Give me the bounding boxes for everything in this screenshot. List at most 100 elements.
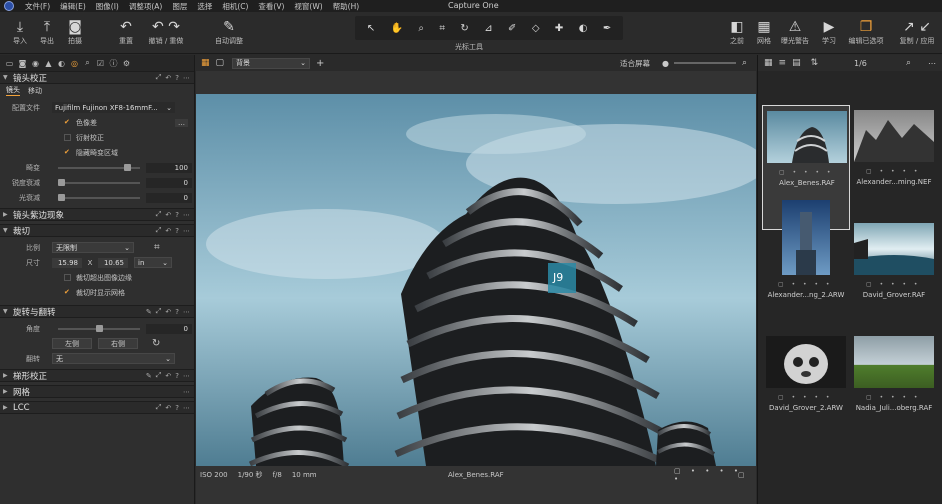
search-icon[interactable]: ⌕: [742, 58, 747, 68]
copy-settings-icon[interactable]: ⤢: [156, 403, 162, 412]
fit-screen-label[interactable]: 适合屏幕: [620, 58, 650, 69]
distortion-value[interactable]: 100: [146, 162, 192, 173]
light-falloff-value[interactable]: 0: [146, 192, 192, 203]
rating-dots[interactable]: ▢ • • • •: [778, 281, 832, 288]
rotate-icon[interactable]: ↻: [460, 23, 468, 34]
sharpness-slider[interactable]: [58, 178, 140, 186]
collapse-arrow-icon[interactable]: ▼: [3, 74, 13, 81]
more-options-icon[interactable]: ⋯: [183, 74, 190, 82]
rotate-left-button[interactable]: 左侧: [52, 338, 92, 349]
slider-thumb[interactable]: [124, 163, 131, 171]
adjustments-tab-icon[interactable]: ☑: [94, 59, 107, 68]
brush-icon[interactable]: ✐: [508, 23, 516, 34]
preset-select[interactable]: 背景 ⌄: [232, 57, 311, 69]
thumbnail[interactable]: ▢ • • • • David_Grover.RAF: [850, 218, 938, 343]
rating-dots[interactable]: ▢ • • • •: [779, 169, 833, 176]
help-icon[interactable]: ?: [175, 308, 179, 316]
add-icon[interactable]: +: [316, 58, 324, 69]
reset-section-icon[interactable]: ↶: [165, 404, 171, 412]
color-tab-icon[interactable]: ▲: [42, 59, 55, 68]
collapse-arrow-icon[interactable]: ▼: [3, 227, 13, 234]
copy-settings-icon[interactable]: ⤢: [156, 226, 162, 235]
lcc-header[interactable]: ▶ LCC ⤢ ↶ ? ⋯: [0, 401, 194, 414]
zoom-slider[interactable]: [674, 62, 736, 64]
rotate-header[interactable]: ▼ 旋转与翻转 ✎ ⤢ ↶ ? ⋯: [0, 305, 194, 318]
rating-dots[interactable]: ▢ • • • •: [866, 168, 920, 175]
chromatic-checkbox[interactable]: ✔ 色像差 …: [0, 115, 194, 130]
help-icon[interactable]: ?: [175, 211, 179, 219]
lens-tab-icon[interactable]: ◉: [29, 59, 42, 68]
crop-width-input[interactable]: 15.98: [52, 257, 82, 268]
menu-adjustments[interactable]: 调整项(A): [124, 1, 167, 12]
purple-fringing-header[interactable]: ▶ 镜头紫边现象 ⤢ ↶ ? ⋯: [0, 208, 194, 221]
light-falloff-slider[interactable]: [58, 193, 140, 201]
menu-file[interactable]: 文件(F): [20, 1, 55, 12]
picker-icon[interactable]: ✒: [603, 23, 611, 34]
menu-select[interactable]: 选择: [192, 1, 217, 12]
more-options-icon[interactable]: ⋯: [183, 404, 190, 412]
more-options-icon[interactable]: ⋯: [183, 227, 190, 235]
copy-settings-icon[interactable]: ⤢: [156, 371, 162, 380]
lens-correction-header[interactable]: ▼ 镜头校正 ⤢ ↶ ? ⋯: [0, 71, 194, 84]
help-icon[interactable]: ?: [175, 404, 179, 412]
select-cursor-icon[interactable]: ↖: [367, 23, 375, 34]
copy-settings-icon[interactable]: ⤢: [156, 73, 162, 82]
copy-settings-icon[interactable]: ⤢: [156, 210, 162, 219]
chromatic-options-button[interactable]: …: [175, 118, 188, 127]
profile-select[interactable]: Fujifilm Fujinon XF8-16mmF... ⌄: [52, 102, 175, 113]
help-icon[interactable]: ?: [175, 372, 179, 380]
search-icon[interactable]: ⌕: [906, 58, 911, 68]
color-tag-icon[interactable]: ▢: [738, 471, 745, 479]
slider-thumb[interactable]: [58, 193, 65, 201]
menu-window[interactable]: 视窗(W): [289, 1, 327, 12]
sharpness-value[interactable]: 0: [146, 177, 192, 188]
grid-button[interactable]: ▦ 网格: [747, 18, 781, 46]
lens-correction-tab-icon[interactable]: ◎: [68, 59, 81, 68]
zoom-icon[interactable]: ⌕: [418, 23, 424, 34]
exposure-tab-icon[interactable]: ◐: [55, 59, 68, 68]
detail-tab-icon[interactable]: ⌕: [81, 58, 94, 68]
thumbnail[interactable]: ▢ • • • • David_Grover_2.ARW: [762, 331, 850, 456]
rating-dots[interactable]: ▢ • • • •: [778, 394, 832, 401]
pan-hand-icon[interactable]: ✋: [391, 23, 403, 34]
crop-icon[interactable]: ⌗: [154, 242, 160, 253]
list-view-icon[interactable]: ≡: [779, 58, 787, 68]
thumbnail[interactable]: ▢ • • • • Alexander...ng_2.ARW: [762, 200, 850, 343]
thumbnail[interactable]: ▢ • • • • Alexander...ming.NEF: [850, 105, 938, 230]
distortion-slider[interactable]: [58, 163, 140, 171]
menu-view[interactable]: 查看(V): [253, 1, 289, 12]
menu-layers[interactable]: 图层: [167, 1, 192, 12]
menu-edit[interactable]: 编辑(E): [55, 1, 91, 12]
expand-arrow-icon[interactable]: ▶: [3, 372, 13, 379]
crop-icon[interactable]: ⌗: [439, 23, 445, 34]
expand-arrow-icon[interactable]: ▶: [3, 404, 13, 411]
ratio-select[interactable]: 无限制 ⌄: [52, 242, 134, 253]
more-options-icon[interactable]: ⋯: [183, 388, 190, 396]
output-tab-icon[interactable]: ⚙: [120, 59, 133, 68]
eraser-icon[interactable]: ◇: [532, 23, 540, 34]
reset-section-icon[interactable]: ↶: [165, 74, 171, 82]
more-options-icon[interactable]: ⋯: [183, 211, 190, 219]
reset-section-icon[interactable]: ↶: [165, 372, 171, 380]
more-options-icon[interactable]: ⋯: [183, 372, 190, 380]
main-photo[interactable]: J9: [196, 94, 756, 466]
flip-select[interactable]: 无 ⌄: [52, 353, 175, 364]
tab-lens[interactable]: 镜头: [6, 85, 20, 96]
reset-section-icon[interactable]: ↶: [165, 308, 171, 316]
more-options-icon[interactable]: ⋯: [183, 308, 190, 316]
copy-apply-button[interactable]: ↗ ↙ 复制 / 应用: [895, 18, 939, 46]
reset-section-icon[interactable]: ↶: [165, 227, 171, 235]
rotate-free-icon[interactable]: ↻: [152, 338, 160, 349]
pencil-icon[interactable]: ✎: [146, 372, 152, 380]
reset-section-icon[interactable]: ↶: [165, 211, 171, 219]
capture-button[interactable]: ◙ 拍摄: [58, 18, 92, 46]
angle-slider[interactable]: [58, 324, 140, 332]
expand-arrow-icon[interactable]: ▶: [3, 211, 13, 218]
grid-view-icon[interactable]: ▦: [764, 58, 773, 68]
exposure-warning-button[interactable]: ⚠ 曝光警告: [778, 18, 812, 46]
rating-dots[interactable]: ▢ • • • •: [866, 281, 920, 288]
keystone-header[interactable]: ▶ 梯形校正 ✎ ⤢ ↶ ? ⋯: [0, 369, 194, 382]
app-icon[interactable]: [4, 1, 14, 11]
learn-button[interactable]: ▶ 学习: [812, 18, 846, 46]
slider-thumb[interactable]: [58, 178, 65, 186]
